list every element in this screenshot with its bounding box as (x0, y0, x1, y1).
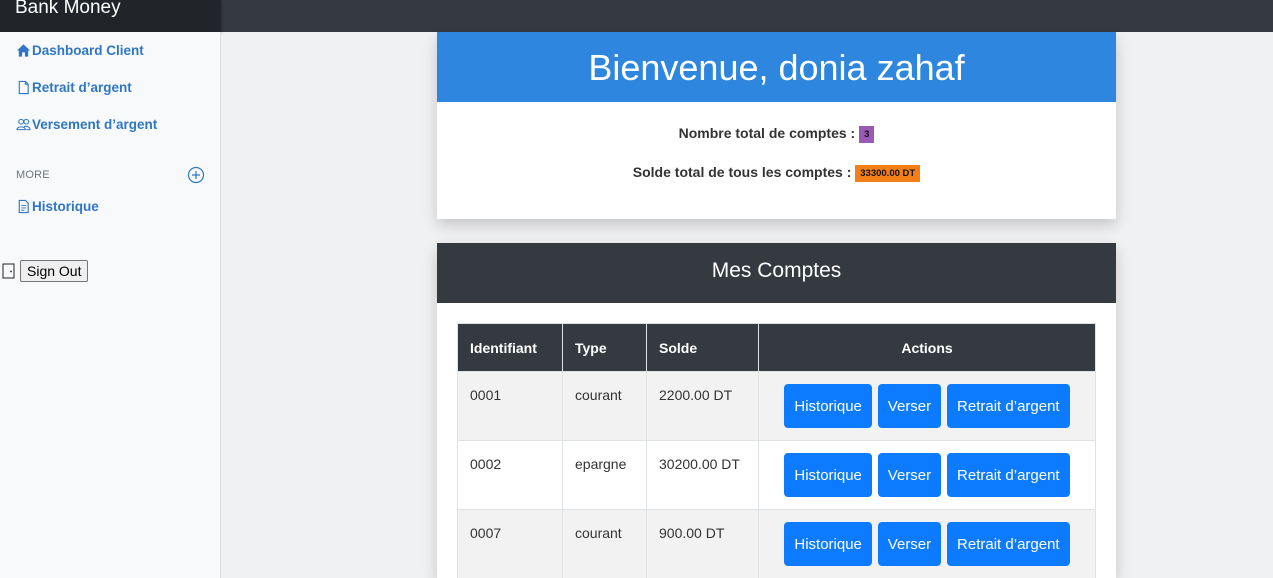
table-row: 0002 epargne 30200.00 DT Historique Vers… (457, 440, 1096, 510)
sidebar-item-versement[interactable]: Versement d’argent (16, 117, 157, 132)
accounts-count-row: Nombre total de comptes : 3 (437, 125, 1116, 143)
main-content: Bienvenue, donia zahaf Nombre total de c… (221, 32, 1273, 578)
file-text-icon (18, 199, 29, 214)
cell-solde: 30200.00 DT (646, 440, 759, 510)
door-icon (2, 263, 15, 279)
verser-button[interactable]: Verser (877, 522, 942, 566)
cell-actions: Historique Verser Retrait d’argent (758, 509, 1096, 578)
cell-solde: 2200.00 DT (646, 371, 759, 441)
table-row: 0001 courant 2200.00 DT Historique Verse… (457, 371, 1096, 441)
accounts-table: Identifiant Type Solde Actions 0001 cour… (457, 323, 1096, 578)
historique-button[interactable]: Historique (784, 384, 872, 428)
house-icon (16, 44, 31, 57)
retrait-button[interactable]: Retrait d’argent (947, 453, 1070, 497)
cell-actions: Historique Verser Retrait d’argent (758, 440, 1096, 510)
accounts-count-badge: 3 (859, 126, 875, 143)
file-icon (18, 80, 29, 95)
accounts-count-label: Nombre total de comptes : (678, 125, 856, 141)
cell-solde: 900.00 DT (646, 509, 759, 578)
cell-type: courant (562, 371, 647, 441)
total-balance-badge: 33300.00 DT (855, 165, 921, 182)
sidebar-item-historique[interactable]: Historique (16, 199, 99, 214)
column-header-type: Type (562, 323, 647, 372)
column-header-identifiant: Identifiant (457, 323, 563, 372)
welcome-card: Bienvenue, donia zahaf Nombre total de c… (437, 32, 1116, 219)
retrait-button[interactable]: Retrait d’argent (947, 384, 1070, 428)
cell-identifiant: 0001 (457, 371, 563, 441)
historique-button[interactable]: Historique (784, 522, 872, 566)
sidebar-item-retrait[interactable]: Retrait d’argent (16, 80, 132, 95)
cell-actions: Historique Verser Retrait d’argent (758, 371, 1096, 441)
brand-title[interactable]: Bank Money (15, 0, 121, 20)
sidebar-item-dashboard[interactable]: Dashboard Client (16, 43, 144, 58)
column-header-solde: Solde (646, 323, 759, 372)
total-balance-row: Solde total de tous les comptes : 33300.… (437, 164, 1116, 182)
sidebar-item-label: Historique (32, 199, 99, 214)
more-heading: MORE (16, 169, 50, 181)
accounts-card: Mes Comptes Identifiant Type Solde Actio… (437, 243, 1116, 578)
cell-type: courant (562, 509, 647, 578)
historique-button[interactable]: Historique (784, 453, 872, 497)
accounts-title: Mes Comptes (437, 243, 1116, 303)
cell-type: epargne (562, 440, 647, 510)
plus-circle-icon[interactable] (187, 166, 205, 184)
sidebar: Dashboard Client Retrait d’argent Versem… (0, 32, 221, 578)
sidebar-item-label: Retrait d’argent (32, 80, 132, 95)
signout-button[interactable]: Sign Out (20, 260, 89, 282)
verser-button[interactable]: Verser (877, 453, 942, 497)
welcome-title: Bienvenue, donia zahaf (437, 32, 1116, 102)
total-balance-label: Solde total de tous les comptes : (632, 164, 852, 180)
sidebar-item-label: Versement d’argent (32, 117, 158, 132)
sidebar-item-label: Dashboard Client (32, 43, 144, 58)
verser-button[interactable]: Verser (877, 384, 942, 428)
table-header-row: Identifiant Type Solde Actions (457, 323, 1096, 372)
column-header-actions: Actions (758, 323, 1096, 372)
cell-identifiant: 0002 (457, 440, 563, 510)
cell-identifiant: 0007 (457, 509, 563, 578)
table-row: 0007 courant 900.00 DT Historique Verser… (457, 509, 1096, 578)
people-icon (16, 118, 31, 131)
retrait-button[interactable]: Retrait d’argent (947, 522, 1070, 566)
signout-group: Sign Out (2, 260, 89, 282)
brand[interactable]: Bank Money (0, 0, 221, 32)
